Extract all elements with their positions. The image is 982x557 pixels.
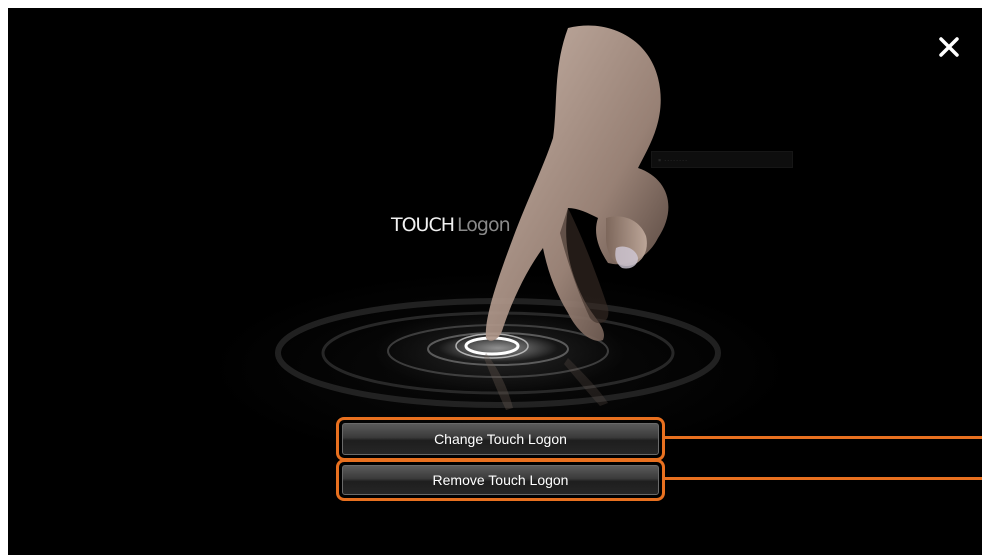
change-callout-line (665, 436, 982, 439)
change-touch-logon-button[interactable]: Change Touch Logon (342, 423, 659, 455)
hand-shape (485, 25, 669, 341)
touch-logon-screen: TOUCH Logon ▪ ········ Change Touch Logon… (8, 8, 982, 555)
faint-label: ▪ ········ (651, 151, 793, 168)
title-bold: TOUCH (391, 214, 455, 236)
title-light: Logon (457, 214, 511, 236)
remove-touch-logon-button[interactable]: Remove Touch Logon (342, 465, 659, 495)
remove-button-highlight: Remove Touch Logon (336, 459, 665, 501)
close-icon[interactable] (934, 32, 964, 62)
page-title: TOUCH Logon (391, 214, 511, 236)
remove-callout-line (665, 477, 982, 480)
change-button-highlight: Change Touch Logon (336, 417, 665, 461)
